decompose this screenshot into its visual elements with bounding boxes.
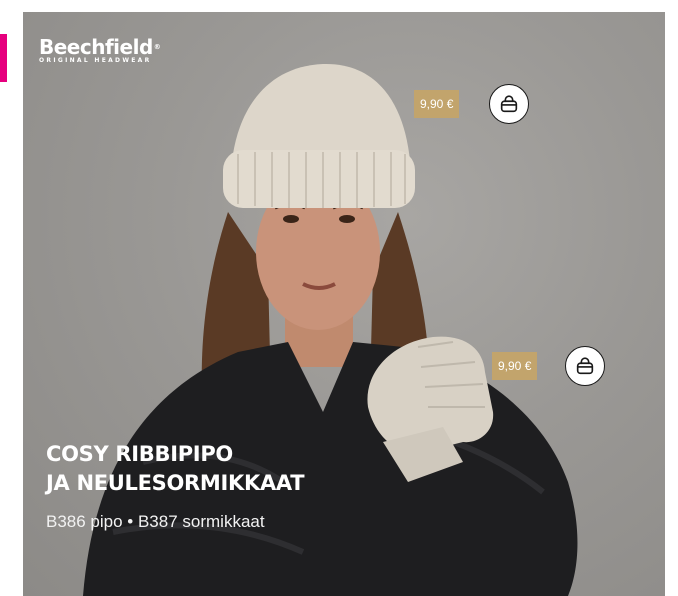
accent-bar — [0, 34, 7, 82]
headline-line-2: JA NEULESORMIKKAAT — [46, 471, 305, 495]
add-to-cart-button-beanie[interactable] — [489, 84, 529, 124]
brand-name-text: Beechfield — [39, 35, 153, 59]
brand-name: Beechfield® — [39, 35, 161, 59]
price-tag-gloves: 9,90 € — [492, 352, 538, 380]
product-codes: B386 pipo • B387 sormikkaat — [46, 512, 265, 531]
price-tag-beanie: 9,90 € — [414, 90, 460, 118]
registered-mark: ® — [153, 43, 161, 51]
brand-logo: Beechfield® ORIGINAL HEADWEAR — [39, 35, 161, 65]
add-to-cart-button-gloves[interactable] — [565, 346, 605, 386]
headline-line-1: COSY RIBBIPIPO — [46, 442, 233, 466]
shopping-bag-icon — [500, 95, 518, 113]
hero-banner[interactable]: Beechfield® ORIGINAL HEADWEAR 9,90 € 9,9… — [23, 12, 665, 596]
shopping-bag-icon — [576, 357, 594, 375]
product-headline: COSY RIBBIPIPO JA NEULESORMIKKAAT — [46, 440, 446, 498]
brand-tagline: ORIGINAL HEADWEAR — [39, 57, 152, 64]
hero-photo — [83, 63, 578, 596]
